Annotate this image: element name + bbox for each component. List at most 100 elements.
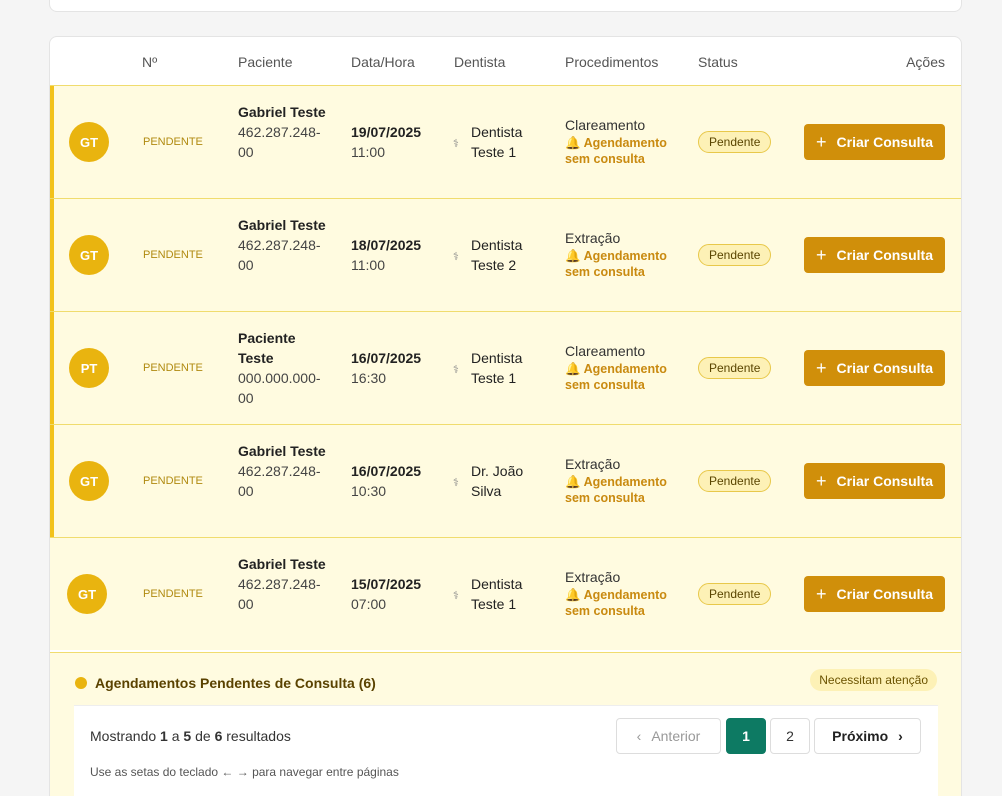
previous-page-button[interactable]: ‹ Anterior	[616, 718, 721, 754]
patient-cpf: 000.000.000-00	[238, 370, 321, 406]
avatar: GT	[67, 574, 107, 614]
procedure-name: Extração	[565, 569, 621, 585]
table-row: GT PENDENTE Gabriel Teste 462.287.248-00…	[50, 424, 961, 537]
avatar: GT	[69, 235, 109, 275]
patient-cell: Paciente Teste 000.000.000-00	[238, 328, 330, 408]
dentist-name: Dentista Teste 1	[471, 576, 523, 612]
create-consultation-button[interactable]: + Criar Consulta	[804, 124, 945, 160]
procedure-name: Clareamento	[565, 117, 646, 133]
header-num: Nº	[142, 54, 158, 70]
patient-cpf: 462.287.248-00	[238, 124, 321, 160]
header-datetime: Data/Hora	[351, 54, 415, 70]
patient-name: Gabriel Teste	[238, 217, 326, 233]
create-consultation-button[interactable]: + Criar Consulta	[804, 237, 945, 273]
plus-icon: +	[816, 357, 827, 378]
header-status: Status	[698, 54, 738, 70]
dentist-cell: ⚕ Dentista Teste 2	[453, 235, 531, 275]
keyboard-hint: Use as setas do teclado ← → para navegar…	[90, 765, 399, 779]
page-2-button[interactable]: 2	[770, 718, 810, 754]
table-row: GT PENDENTE Gabriel Teste 462.287.248-00…	[50, 85, 961, 198]
appointment-time: 11:00	[351, 257, 385, 273]
patient-cell: Gabriel Teste 462.287.248-00	[238, 215, 330, 275]
table-row: GT PENDENTE Gabriel Teste 462.287.248-00…	[50, 198, 961, 311]
patient-name: Gabriel Teste	[238, 556, 326, 572]
next-page-button[interactable]: Próximo ›	[814, 718, 921, 754]
row-number: PENDENTE	[143, 588, 203, 600]
appointment-time: 10:30	[351, 483, 387, 499]
stethoscope-icon: ⚕	[453, 138, 459, 150]
page-1-button[interactable]: 1	[726, 718, 766, 754]
appointment-date: 18/07/2025	[351, 237, 422, 253]
avatar: GT	[69, 122, 109, 162]
datetime-cell: 15/07/2025 07:00	[351, 574, 421, 614]
status-badge: Pendente	[698, 470, 772, 492]
datetime-cell: 18/07/2025 11:00	[351, 235, 421, 275]
header-patient: Paciente	[238, 54, 293, 70]
dentist-cell: ⚕ Dr. João Silva	[453, 461, 531, 501]
create-consultation-button[interactable]: + Criar Consulta	[804, 576, 945, 612]
no-consultation-warning: 🔔 Agendamento sem consulta	[565, 362, 667, 392]
procedure-cell: Extração 🔔 Agendamento sem consulta	[565, 230, 675, 280]
status-dot-icon	[75, 677, 87, 689]
datetime-cell: 16/07/2025 10:30	[351, 461, 421, 501]
dentist-name: Dentista Teste 2	[471, 237, 523, 273]
patient-cell: Gabriel Teste 462.287.248-00	[238, 102, 330, 162]
patient-cell: Gabriel Teste 462.287.248-00	[238, 441, 330, 501]
plus-icon: +	[816, 244, 827, 265]
header-dentist: Dentista	[454, 54, 506, 70]
appointment-date: 15/07/2025	[351, 576, 422, 592]
create-consultation-button[interactable]: + Criar Consulta	[804, 350, 945, 386]
dentist-name: Dr. João Silva	[471, 463, 524, 499]
pagination: Mostrando 1 a 5 de 6 resultados Use as s…	[74, 705, 938, 796]
avatar: GT	[69, 461, 109, 501]
patient-name: Gabriel Teste	[238, 104, 326, 120]
stethoscope-icon: ⚕	[453, 251, 459, 263]
patient-cpf: 462.287.248-00	[238, 576, 321, 612]
procedure-name: Extração	[565, 230, 621, 246]
datetime-cell: 16/07/2025 16:30	[351, 348, 421, 388]
dentist-cell: ⚕ Dentista Teste 1	[453, 574, 531, 614]
appointment-time: 07:00	[351, 596, 387, 612]
procedure-name: Extração	[565, 456, 621, 472]
row-number: PENDENTE	[143, 475, 203, 487]
procedure-cell: Clareamento 🔔 Agendamento sem consulta	[565, 343, 675, 393]
stethoscope-icon: ⚕	[453, 477, 459, 489]
results-count: Mostrando 1 a 5 de 6 resultados	[90, 728, 291, 744]
table-row: GT PENDENTE Gabriel Teste 462.287.248-00…	[50, 537, 961, 650]
dentist-name: Dentista Teste 1	[471, 350, 523, 386]
no-consultation-warning: 🔔 Agendamento sem consulta	[565, 249, 667, 279]
status-badge: Pendente	[698, 244, 772, 266]
no-consultation-warning: 🔔 Agendamento sem consulta	[565, 136, 667, 166]
patient-cpf: 462.287.248-00	[238, 463, 321, 499]
avatar: PT	[69, 348, 109, 388]
dentist-name: Dentista Teste 1	[471, 124, 523, 160]
table-header: Nº Paciente Data/Hora Dentista Procedime…	[50, 37, 961, 87]
no-consultation-warning: 🔔 Agendamento sem consulta	[565, 475, 667, 505]
appointment-date: 16/07/2025	[351, 350, 422, 366]
patient-cpf: 462.287.248-00	[238, 237, 321, 273]
stethoscope-icon: ⚕	[453, 590, 459, 602]
previous-card	[49, 0, 962, 12]
attention-badge: Necessitam atenção	[810, 669, 937, 691]
pending-summary: Agendamentos Pendentes de Consulta (6) N…	[50, 652, 961, 796]
row-number: PENDENTE	[143, 362, 203, 374]
stethoscope-icon: ⚕	[453, 364, 459, 376]
table-row: PT PENDENTE Paciente Teste 000.000.000-0…	[50, 311, 961, 424]
plus-icon: +	[816, 131, 827, 152]
appointments-table: Nº Paciente Data/Hora Dentista Procedime…	[49, 36, 962, 796]
no-consultation-warning: 🔔 Agendamento sem consulta	[565, 588, 667, 618]
chevron-right-icon: ›	[898, 728, 903, 744]
status-badge: Pendente	[698, 357, 772, 379]
patient-name: Gabriel Teste	[238, 443, 326, 459]
create-consultation-button[interactable]: + Criar Consulta	[804, 463, 945, 499]
procedure-cell: Extração 🔔 Agendamento sem consulta	[565, 569, 675, 619]
appointment-date: 16/07/2025	[351, 463, 422, 479]
header-procedures: Procedimentos	[565, 54, 659, 70]
datetime-cell: 19/07/2025 11:00	[351, 122, 421, 162]
plus-icon: +	[816, 583, 827, 604]
plus-icon: +	[816, 470, 827, 491]
appointment-date: 19/07/2025	[351, 124, 422, 140]
chevron-left-icon: ‹	[636, 728, 642, 744]
procedure-name: Clareamento	[565, 343, 646, 359]
status-badge: Pendente	[698, 131, 772, 153]
